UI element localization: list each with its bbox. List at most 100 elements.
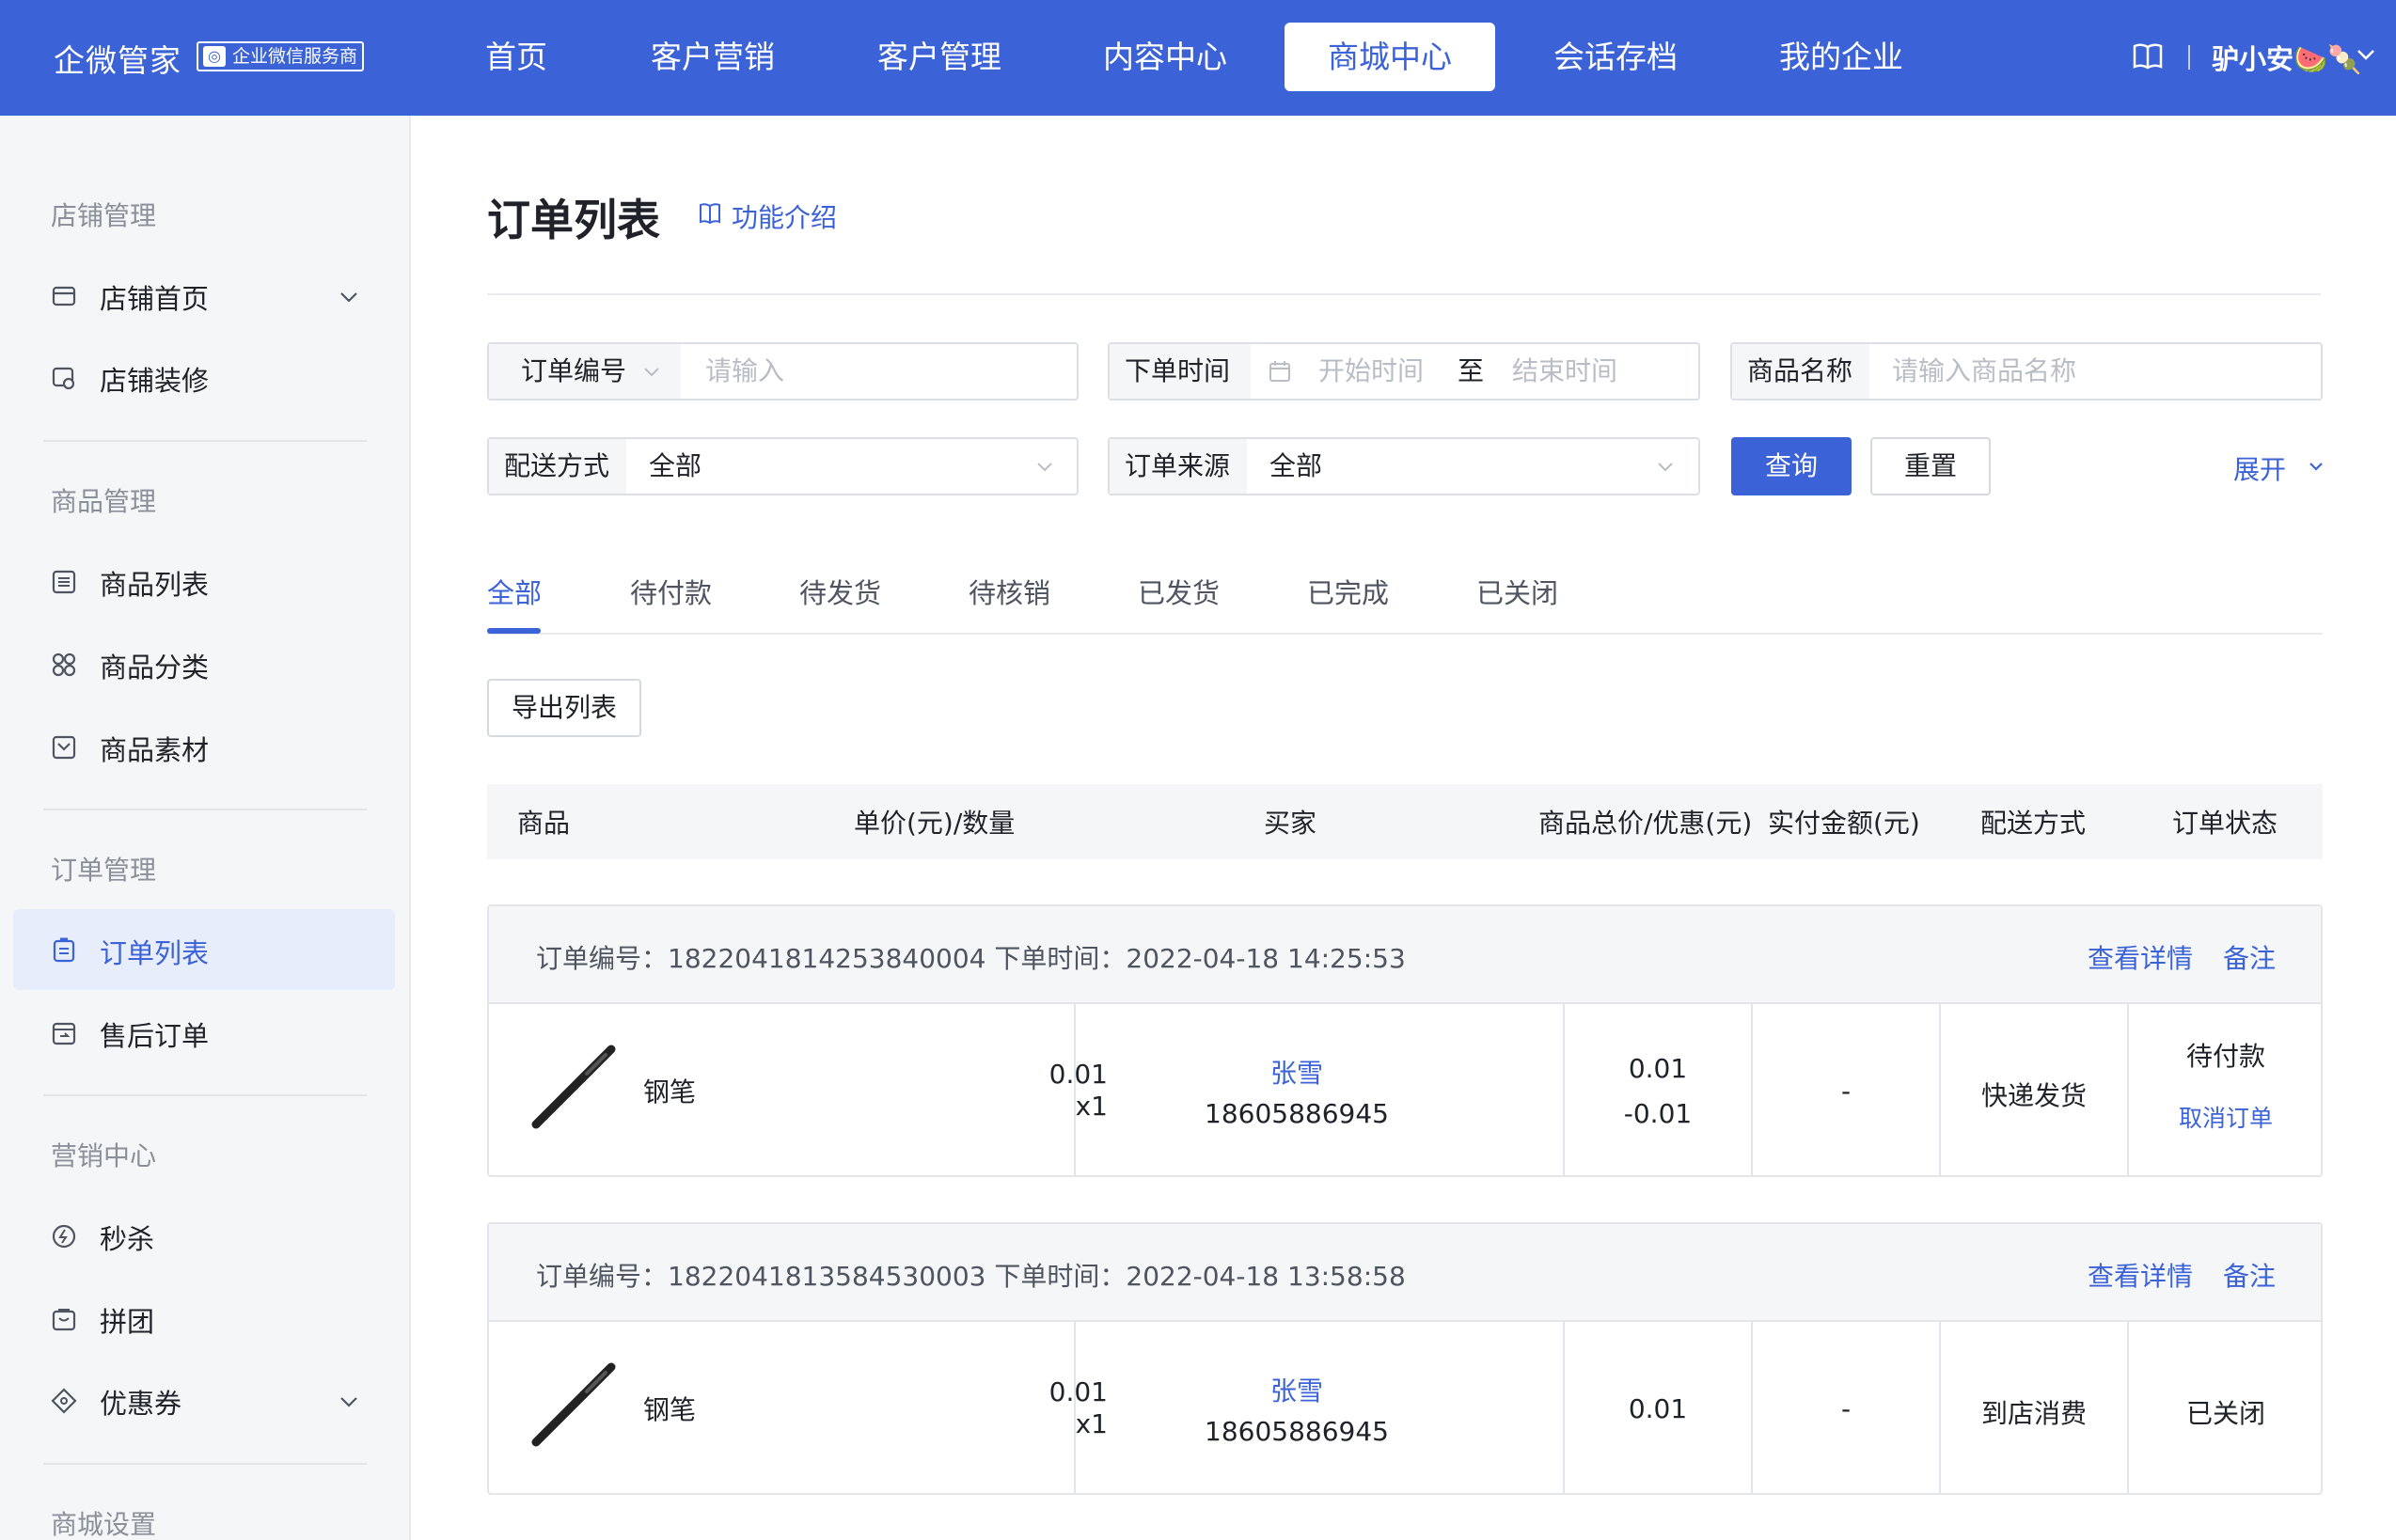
sidebar-item-flash-sale[interactable]: 秒杀 (13, 1195, 395, 1276)
chevron-down-icon[interactable] (337, 1390, 361, 1414)
column-header: 订单状态 (2172, 808, 2278, 839)
sidebar-item-store-decoration[interactable]: 店铺装修 (13, 337, 395, 417)
order-status: 待付款 (2185, 1041, 2265, 1072)
export-list-button[interactable]: 导出列表 (487, 679, 641, 737)
nav-home[interactable]: 首页 (458, 23, 575, 91)
view-details-link[interactable]: 查看详情 (2088, 1256, 2193, 1294)
reset-button[interactable]: 重置 (1870, 437, 1991, 495)
chevron-down-icon (2309, 463, 2323, 471)
tab-all[interactable]: 全部 (487, 572, 542, 611)
service-provider-badge: ◎ 企业微信服务商 (197, 41, 365, 71)
user-name[interactable]: 驴小安🍉🍡 (2212, 38, 2361, 77)
sidebar-divider (43, 1094, 367, 1096)
start-time-input[interactable]: 开始时间 (1318, 344, 1424, 399)
product-name: 钢笔 (643, 1076, 697, 1108)
tab-closed[interactable]: 已关闭 (1476, 572, 1558, 611)
column-header: 配送方式 (1980, 808, 2087, 839)
sidebar-item-coupon[interactable]: 优惠券 (13, 1359, 395, 1440)
calendar-icon (1269, 361, 1290, 382)
buyer-name-link[interactable]: 张雪 (1072, 1371, 1521, 1408)
page-title: 订单列表 (487, 195, 660, 245)
order-source-select-value[interactable]: 全部 (1269, 439, 1322, 494)
end-time-input[interactable]: 结束时间 (1512, 344, 1617, 399)
column-header: 商品 (517, 808, 571, 839)
sidebar-item-store-home[interactable]: 店铺首页 (13, 255, 395, 336)
nav-session-archive[interactable]: 会话存档 (1538, 23, 1693, 91)
coupon-icon (51, 1388, 77, 1414)
group-mall-settings: 商城设置 (51, 1509, 157, 1540)
group-store-management: 店铺管理 (51, 200, 157, 231)
chevron-down-icon[interactable] (337, 285, 361, 309)
order-info: 订单编号：1822041813584530003 下单时间：2022-04-18… (536, 1261, 1406, 1292)
sidebar-item-after-sale-orders[interactable]: 售后订单 (13, 992, 395, 1073)
pen-product-image (531, 1362, 616, 1447)
remark-link[interactable]: 备注 (2223, 1256, 2276, 1294)
tab-pending-shipment[interactable]: 待发货 (799, 572, 881, 611)
discount: -0.01 (1623, 1098, 1693, 1129)
order-source-label: 订单来源 (1110, 439, 1247, 494)
help-book-icon[interactable] (2132, 42, 2164, 71)
group-product-management: 商品管理 (51, 486, 157, 517)
sidebar-item-label: 订单列表 (100, 937, 210, 969)
group-order-management: 订单管理 (51, 855, 157, 886)
total-price: 0.01 (1628, 1393, 1688, 1424)
order-status: 已关闭 (2185, 1398, 2265, 1429)
expand-filters-link[interactable]: 展开 (2233, 449, 2323, 487)
tab-shipped[interactable]: 已发货 (1138, 572, 1220, 611)
order-icon (53, 937, 75, 963)
after-sale-icon (52, 1022, 76, 1045)
sidebar-divider (43, 440, 367, 442)
sidebar-item-order-list[interactable]: 订单列表 (13, 909, 395, 990)
cancel-order-link[interactable]: 取消订单 (2129, 1100, 2323, 1134)
sidebar-item-product-material[interactable]: 商品素材 (13, 706, 395, 787)
order-card: 订单编号：1822041814253840004 下单时间：2022-04-18… (487, 904, 2323, 1177)
query-button[interactable]: 查询 (1731, 437, 1852, 495)
tab-completed[interactable]: 已完成 (1307, 572, 1389, 611)
list-icon (52, 570, 76, 594)
buyer-name-link[interactable]: 张雪 (1072, 1053, 1521, 1091)
nav-mall-center[interactable]: 商城中心 (1285, 23, 1495, 91)
expand-label: 展开 (2233, 454, 2287, 485)
sidebar-item-label: 秒杀 (100, 1223, 155, 1255)
order-time-label: 下单时间 (1110, 344, 1251, 399)
sidebar-item-label: 商品分类 (100, 652, 210, 684)
product-name-input[interactable]: 请输入商品名称 (1892, 344, 2076, 399)
flash-sale-icon (52, 1224, 76, 1249)
remark-link[interactable]: 备注 (2223, 938, 2276, 976)
sidebar: 店铺管理 店铺首页 店铺装修 商品管理 商品列表 商品分类 商品素材 订单管理 … (0, 116, 411, 1540)
column-header: 买家 (1264, 808, 1317, 839)
order-time-filter: 下单时间 开始时间 至 结束时间 (1108, 342, 1700, 401)
group-buy-icon (52, 1309, 76, 1331)
sidebar-item-label: 售后订单 (100, 1020, 210, 1052)
tabs-divider (487, 633, 2323, 635)
feature-intro-link[interactable]: 功能介绍 (698, 197, 837, 235)
order-card: 订单编号：1822041813584530003 下单时间：2022-04-18… (487, 1222, 2323, 1495)
nav-my-enterprise[interactable]: 我的企业 (1764, 23, 1918, 91)
sidebar-item-product-category[interactable]: 商品分类 (13, 623, 395, 704)
chevron-down-icon[interactable] (1032, 454, 1057, 479)
delivery-select-value[interactable]: 全部 (649, 439, 701, 494)
buyer-phone: 18605886945 (1205, 1416, 1389, 1447)
nav-content-center[interactable]: 内容中心 (1088, 23, 1242, 91)
category-icon (52, 652, 76, 677)
brand-name[interactable]: 企微管家 (54, 36, 181, 81)
sidebar-item-group-buy[interactable]: 拼团 (13, 1278, 395, 1359)
view-details-link[interactable]: 查看详情 (2088, 938, 2193, 976)
tab-pending-payment[interactable]: 待付款 (630, 572, 712, 611)
sidebar-item-label: 店铺装修 (100, 365, 210, 397)
sidebar-item-product-list[interactable]: 商品列表 (13, 541, 395, 621)
nav-customer-management[interactable]: 客户管理 (862, 23, 1017, 91)
tab-pending-verification[interactable]: 待核销 (969, 572, 1050, 611)
total-price: 0.01 (1628, 1053, 1688, 1084)
chevron-down-icon[interactable] (639, 359, 664, 384)
chevron-down-icon[interactable] (1653, 454, 1678, 479)
order-source-filter[interactable]: 订单来源 全部 (1108, 437, 1700, 495)
order-no-input[interactable]: 请输入 (705, 344, 784, 399)
sidebar-divider (43, 1463, 367, 1465)
chevron-down-icon[interactable] (2353, 41, 2379, 68)
table-header: 商品 单价(元)/数量 买家 商品总价/优惠(元) 实付金额(元) 配送方式 订… (487, 784, 2323, 859)
delivery-filter[interactable]: 配送方式 全部 (487, 437, 1079, 495)
nav-customer-marketing[interactable]: 客户营销 (636, 23, 790, 91)
book-icon (700, 203, 720, 225)
order-header: 订单编号：1822041814253840004 下单时间：2022-04-18… (489, 906, 2321, 1004)
